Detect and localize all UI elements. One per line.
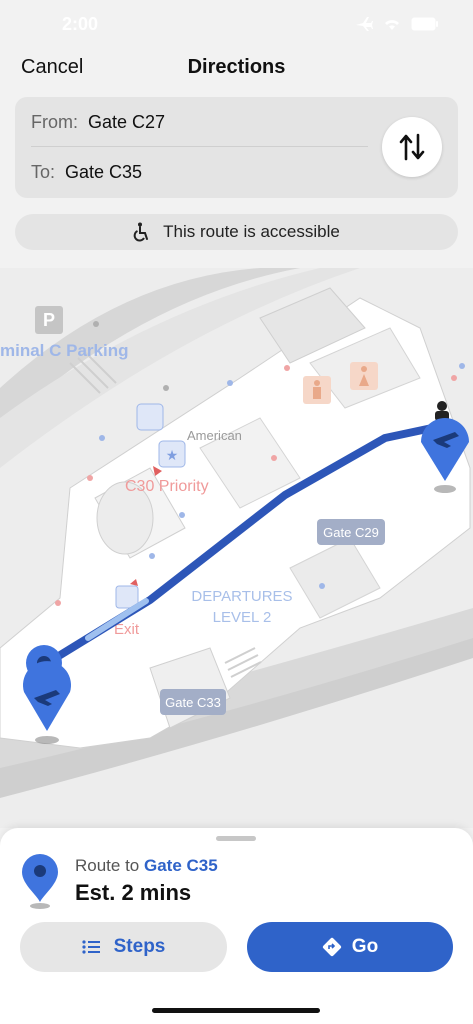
swap-arrows-icon (399, 133, 425, 161)
battery-icon (411, 17, 439, 36)
from-field[interactable]: From: Gate C27 (31, 97, 165, 147)
priority-label: C30 Priority (125, 478, 209, 495)
parking-label: minal C Parking (0, 341, 128, 360)
lounge-icon (136, 403, 164, 431)
directions-icon (322, 937, 341, 957)
travel-estimate: Est. 2 mins (75, 880, 192, 905)
map-canvas[interactable]: P minal C Parking ★ American C30 Priorit… (0, 268, 473, 828)
list-icon (82, 940, 100, 954)
steps-label: Steps (113, 936, 166, 957)
route-to-text: Route to Gate C35 (75, 856, 218, 876)
parking-sign-letter: P (43, 310, 55, 330)
gate-c29-label: Gate C29 (323, 525, 379, 540)
go-button[interactable]: Go (247, 922, 453, 972)
american-label: American (187, 428, 242, 443)
svg-text:★: ★ (166, 447, 179, 463)
steps-button[interactable]: Steps (20, 922, 227, 972)
to-label: To: (31, 161, 56, 182)
wifi-icon (383, 17, 401, 36)
from-label: From: (31, 111, 78, 132)
status-icons (355, 16, 439, 37)
accessible-route-banner: This route is accessible (15, 214, 458, 250)
departures-label: DEPARTURES (191, 588, 292, 605)
status-bar: 2:00 (0, 0, 473, 48)
airplane-mode-icon (355, 16, 373, 37)
route-to-prefix: Route to (75, 856, 144, 875)
route-to-gate: Gate C35 (144, 856, 218, 875)
swap-route-button[interactable] (382, 117, 442, 177)
page-title: Directions (187, 56, 286, 78)
home-indicator[interactable] (152, 1008, 320, 1013)
to-field[interactable]: To: Gate C35 (31, 147, 142, 197)
route-summary-sheet: Route to Gate C35 Est. 2 mins Steps Go (0, 828, 473, 1024)
sheet-grabber[interactable] (216, 836, 256, 841)
to-value: Gate C35 (65, 161, 143, 182)
gate-c33-label: Gate C33 (165, 695, 221, 710)
accessible-text: This route is accessible (163, 222, 340, 241)
go-label: Go (351, 936, 379, 957)
wheelchair-icon (133, 222, 149, 242)
destination-marker-icon (22, 854, 58, 915)
from-value: Gate C27 (88, 111, 166, 132)
indoor-map[interactable]: P minal C Parking ★ American C30 Priorit… (0, 268, 473, 828)
status-time: 2:00 (62, 14, 99, 34)
level-label: LEVEL 2 (213, 609, 272, 626)
